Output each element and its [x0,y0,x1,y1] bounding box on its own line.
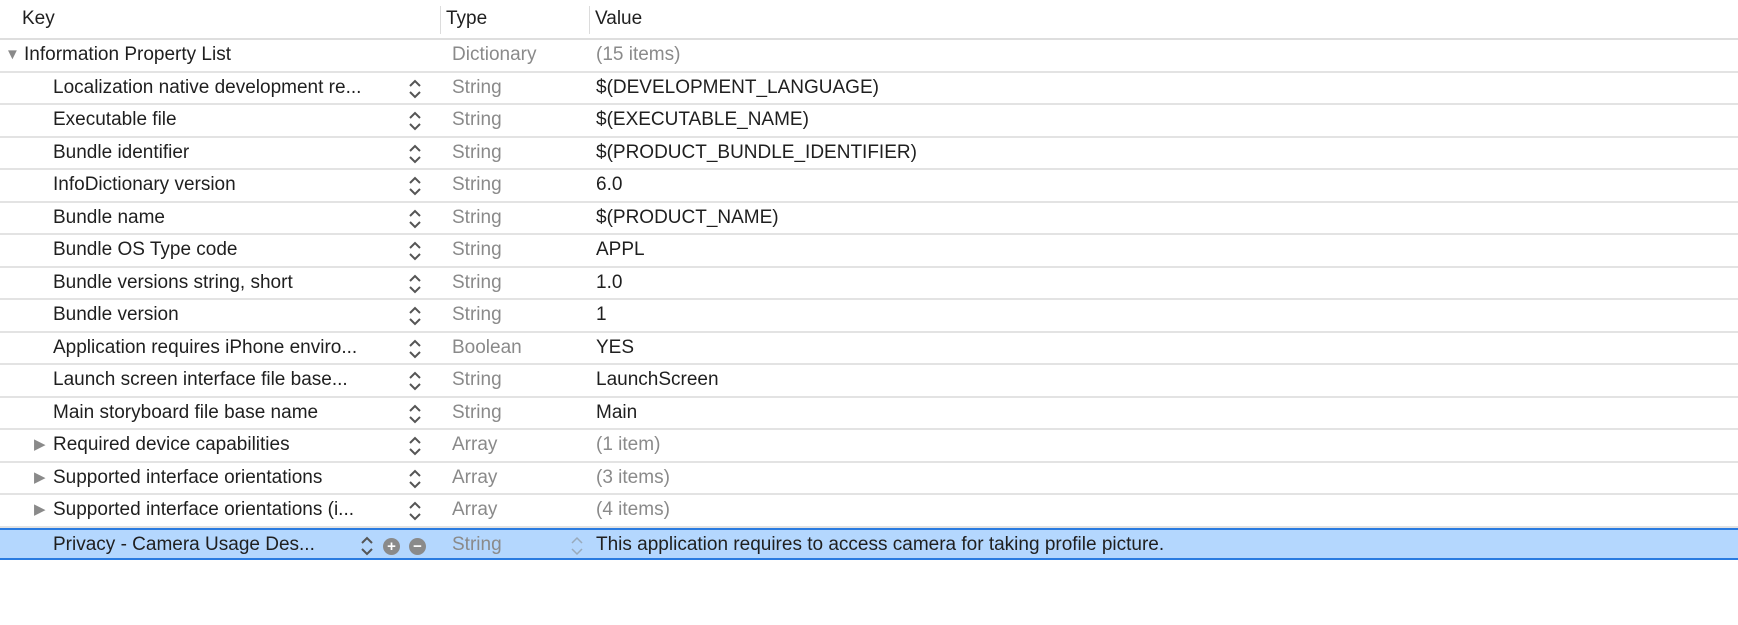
key-stepper-icon[interactable] [408,336,422,362]
row-value: (15 items) [596,44,681,65]
plist-row[interactable]: InfoDictionary version String 6.0 [0,170,1738,203]
row-value[interactable]: 1 [596,300,607,330]
header-type[interactable]: Type [446,0,487,38]
key-stepper-icon[interactable] [408,173,422,199]
row-key[interactable]: Bundle OS Type code [53,235,238,265]
row-type[interactable]: String [452,170,502,200]
plist-row[interactable]: Application requires iPhone enviro... Boo… [0,333,1738,365]
row-value[interactable]: YES [596,333,634,363]
type-stepper-icon[interactable] [570,533,584,559]
plist-row[interactable]: Executable file String $(EXECUTABLE_NAME) [0,105,1738,138]
key-stepper-icon[interactable] [408,108,422,134]
key-stepper-icon[interactable] [408,271,422,297]
column-divider[interactable] [589,6,590,34]
row-type[interactable]: String [452,73,502,103]
row-key[interactable]: Main storyboard file base name [53,398,318,428]
key-stepper-icon[interactable] [408,141,422,167]
row-value[interactable]: (4 items) [596,495,670,525]
column-divider[interactable] [440,6,441,34]
row-value[interactable]: (3 items) [596,463,670,493]
row-key[interactable]: Required device capabilities [53,430,290,460]
row-type[interactable]: Array [452,463,497,493]
row-value[interactable]: $(PRODUCT_NAME) [596,203,779,233]
header-value[interactable]: Value [595,0,642,38]
key-stepper-icon[interactable] [408,433,422,459]
plist-row[interactable]: Privacy - Camera Usage Des... + − String Thi… [0,527,1738,560]
row-type[interactable]: String [452,530,502,560]
key-stepper-icon[interactable] [408,238,422,264]
disclosure-expanded-icon[interactable]: ▼ [5,40,20,70]
remove-item-icon[interactable]: − [409,537,426,555]
row-key[interactable]: Bundle version [53,300,179,330]
row-value[interactable]: 6.0 [596,170,622,200]
disclosure-collapsed-icon[interactable]: ▶ [34,463,46,493]
row-type[interactable]: String [452,268,502,298]
key-stepper-icon[interactable] [408,368,422,394]
row-type[interactable]: String [452,105,502,135]
row-key[interactable]: Supported interface orientations [53,463,322,493]
plist-row[interactable]: Localization native development re... Str… [0,73,1738,105]
key-stepper-icon[interactable] [408,401,422,427]
row-key[interactable]: Localization native development re... [53,73,361,103]
plist-row[interactable]: Main storyboard file base name String Main [0,398,1738,430]
plist-row[interactable]: Bundle identifier String $(PRODUCT_BUNDLE_… [0,138,1738,170]
row-value[interactable]: APPL [596,235,645,265]
row-type[interactable]: String [452,398,502,428]
row-type[interactable]: String [452,365,502,395]
plist-row[interactable]: ▶ Supported interface orientations Array (3… [0,463,1738,495]
row-value[interactable]: LaunchScreen [596,365,719,395]
row-type[interactable]: String [452,235,502,265]
row-type[interactable]: Array [452,495,497,525]
root-row[interactable]: ▼ Information Property List Dictionary (… [0,40,1738,73]
row-value[interactable]: (1 item) [596,430,660,460]
column-header: Key Type Value [0,0,1738,40]
row-value[interactable]: This application requires to access came… [596,530,1164,560]
disclosure-collapsed-icon[interactable]: ▶ [34,430,46,460]
row-key[interactable]: Bundle versions string, short [53,268,293,298]
key-stepper-icon[interactable] [408,76,422,102]
plist-table: ▼ Information Property List Dictionary (… [0,40,1738,560]
plist-row[interactable]: ▶ Required device capabilities Array (1 ite… [0,430,1738,463]
row-type[interactable]: Boolean [452,333,522,363]
row-value[interactable]: Main [596,398,637,428]
key-stepper-icon[interactable] [408,303,422,329]
row-key[interactable]: Bundle identifier [53,138,189,168]
key-stepper-icon[interactable] [408,206,422,232]
key-stepper-icon[interactable] [360,533,374,559]
add-item-icon[interactable]: + [383,537,400,555]
key-stepper-icon[interactable] [408,466,422,492]
row-key[interactable]: Launch screen interface file base... [53,365,348,395]
row-type: Dictionary [452,44,537,65]
disclosure-collapsed-icon[interactable]: ▶ [34,495,46,525]
row-key[interactable]: Privacy - Camera Usage Des... [53,530,315,560]
row-key[interactable]: Bundle name [53,203,165,233]
row-value[interactable]: $(PRODUCT_BUNDLE_IDENTIFIER) [596,138,917,168]
row-type[interactable]: Array [452,430,497,460]
plist-row[interactable]: Bundle name String $(PRODUCT_NAME) [0,203,1738,235]
plist-row[interactable]: Bundle version String 1 [0,300,1738,333]
row-value[interactable]: $(DEVELOPMENT_LANGUAGE) [596,73,879,103]
key-stepper-icon[interactable] [408,498,422,524]
row-key[interactable]: InfoDictionary version [53,170,236,200]
row-key[interactable]: Executable file [53,105,177,135]
row-key[interactable]: Supported interface orientations (i... [53,495,354,525]
plist-row[interactable]: ▶ Supported interface orientations (i... A… [0,495,1738,528]
header-key[interactable]: Key [22,0,55,38]
row-type[interactable]: String [452,300,502,330]
row-type[interactable]: String [452,203,502,233]
plist-row[interactable]: Bundle OS Type code String APPL [0,235,1738,268]
plist-row[interactable]: Launch screen interface file base... Stri… [0,365,1738,398]
row-value[interactable]: 1.0 [596,268,622,298]
row-type[interactable]: String [452,138,502,168]
row-key: Information Property List [24,44,231,65]
row-key[interactable]: Application requires iPhone enviro... [53,333,357,363]
plist-row[interactable]: Bundle versions string, short String 1.0 [0,268,1738,300]
row-value[interactable]: $(EXECUTABLE_NAME) [596,105,809,135]
